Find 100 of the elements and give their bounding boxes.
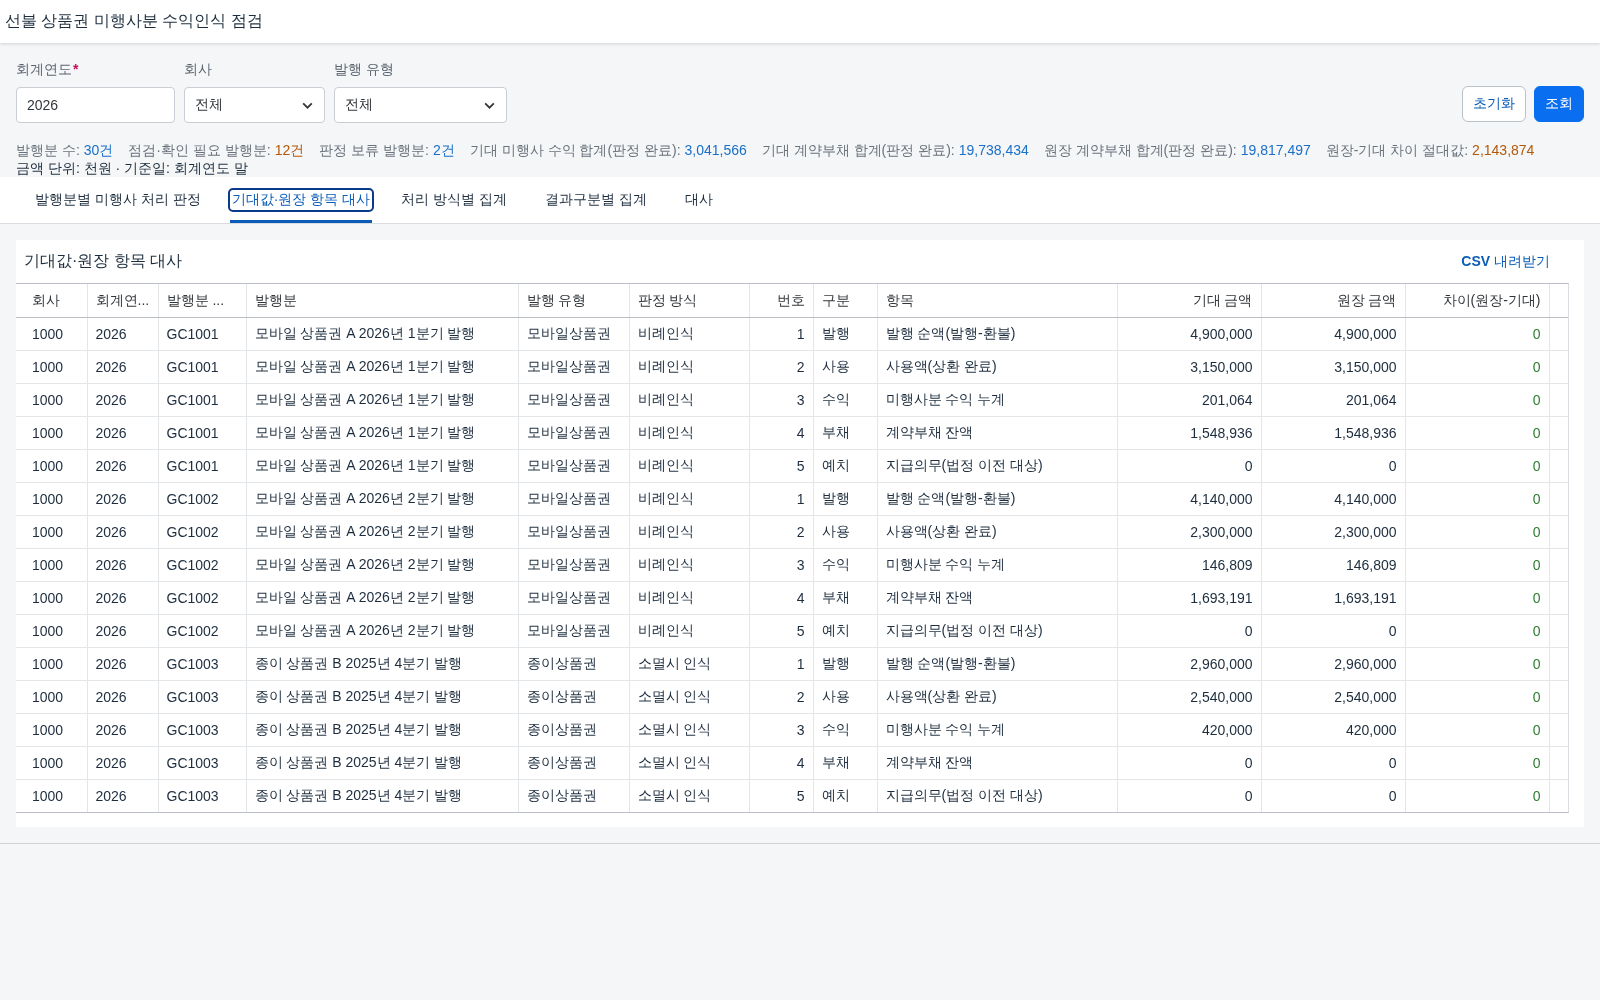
table-cell: 4,900,000 [1117,317,1261,351]
table-row[interactable]: 1000 2026 GC1002 모바일 상품권 A 2026년 2분기 발행 모바일상품권 비례인식 1 발행 발행 순액(발행-환불) 4,140,000 4,140,000 0 [16,482,1568,516]
column-header[interactable]: 원장 금액 [1261,284,1405,318]
table-cell: 2,540,000 [1117,680,1261,714]
table-cell: 1 [749,482,813,516]
column-header[interactable]: 회계연... [87,284,158,318]
select-field[interactable]: 전체 [184,87,325,123]
table-cell: 4,900,000 [1261,317,1405,351]
reset-button[interactable]: 초기화 [1462,86,1526,122]
table-row[interactable]: 1000 2026 GC1002 모바일 상품권 A 2026년 2분기 발행 모바일상품권 비례인식 4 부채 계약부채 잔액 1,693,191 1,693,191 0 [16,581,1568,615]
table-cell: 계약부채 잔액 [877,416,1117,450]
table-cell: 모바일상품권 [518,515,629,549]
table-row[interactable]: 1000 2026 GC1002 모바일 상품권 A 2026년 2분기 발행 모바일상품권 비례인식 3 수익 미행사분 수익 누계 146,809 146,809 0 [16,548,1568,582]
table-cell: 0 [1405,416,1549,450]
table-cell: 사용액(상환 완료) [877,680,1117,714]
table-cell: 모바일상품권 [518,317,629,351]
table-row[interactable]: 1000 2026 GC1002 모바일 상품권 A 2026년 2분기 발행 모바일상품권 비례인식 2 사용 사용액(상환 완료) 2,300,000 2,300,000 0 [16,515,1568,549]
table-cell: 지급의무(법정 이전 대상) [877,614,1117,648]
table-cell: 1 [749,317,813,351]
table-row[interactable]: 1000 2026 GC1001 모바일 상품권 A 2026년 1분기 발행 모바일상품권 비례인식 1 발행 발행 순액(발행-환불) 4,900,000 4,900,000 0 [16,317,1568,351]
column-header[interactable]: 발행분 ... [158,284,246,318]
table-cell: 2026 [87,713,158,747]
table-cell: 발행 순액(발행-환불) [877,482,1117,516]
column-header[interactable]: 기대 금액 [1117,284,1261,318]
table-cell: 146,809 [1261,548,1405,582]
table-cell: 모바일 상품권 A 2026년 1분기 발행 [246,317,518,351]
table-cell: 1,693,191 [1117,581,1261,615]
required-mark: * [73,61,79,77]
table-row[interactable]: 1000 2026 GC1001 모바일 상품권 A 2026년 1분기 발행 모바일상품권 비례인식 5 예치 지급의무(법정 이전 대상) 0 0 0 [16,449,1568,483]
table-row[interactable]: 1000 2026 GC1001 모바일 상품권 A 2026년 1분기 발행 모바일상품권 비례인식 2 사용 사용액(상환 완료) 3,150,000 3,150,000 0 [16,350,1568,384]
table-cell: 0 [1405,713,1549,747]
search-button[interactable]: 조회 [1534,86,1584,122]
input-field[interactable]: 2026 [16,87,175,123]
column-header[interactable]: 차이(원장-기대) [1405,284,1549,318]
column-header[interactable]: 회사 [16,284,87,318]
table-cell: 2 [749,680,813,714]
csv-download-link[interactable]: CSV 내려받기 [1461,252,1550,271]
column-header[interactable]: 발행 유형 [518,284,629,318]
table-cell: 종이상품권 [518,779,629,812]
table-cell: 0 [1117,614,1261,648]
table-cell: 0 [1117,449,1261,483]
table-cell: 모바일 상품권 A 2026년 2분기 발행 [246,548,518,582]
table-cell: 2,960,000 [1261,647,1405,681]
table-cell: 비례인식 [629,482,749,516]
column-header[interactable]: 판정 방식 [629,284,749,318]
table-cell: 모바일 상품권 A 2026년 2분기 발행 [246,614,518,648]
table-cell: GC1001 [158,350,246,384]
table-cell: 0 [1405,449,1549,483]
table-cell: 201,064 [1117,383,1261,417]
filter-label: 회계연도 [16,61,72,77]
table-cell: 1000 [16,449,87,483]
table-cell: 비례인식 [629,515,749,549]
table-cell: 4 [749,416,813,450]
table-cell: 420,000 [1261,713,1405,747]
table-cell: 2026 [87,449,158,483]
table-cell: 부채 [813,581,877,615]
tab[interactable]: 발행분별 미행사 처리 판정 [16,177,220,223]
table-cell: 종이상품권 [518,647,629,681]
table-cell: 비례인식 [629,449,749,483]
table-row[interactable]: 1000 2026 GC1003 종이 상품권 B 2025년 4분기 발행 종이상품권 소멸시 인식 3 수익 미행사분 수익 누계 420,000 420,000 0 [16,713,1568,747]
table-cell: 0 [1405,680,1549,714]
tab[interactable]: 처리 방식별 집계 [382,177,526,223]
summary-value: 30건 [83,142,114,158]
table-cell: GC1002 [158,515,246,549]
table-cell: 4,140,000 [1261,482,1405,516]
column-header[interactable]: 번호 [749,284,813,318]
table-cell: 2,540,000 [1261,680,1405,714]
table-cell: 소멸시 인식 [629,713,749,747]
table-cell: 1000 [16,482,87,516]
tab[interactable]: 결과구분별 집계 [525,177,666,223]
table-cell: 부채 [813,416,877,450]
tab[interactable]: 대사 [665,177,732,223]
table-cell: 부채 [813,746,877,780]
table-row[interactable]: 1000 2026 GC1003 종이 상품권 B 2025년 4분기 발행 종이상품권 소멸시 인식 5 예치 지급의무(법정 이전 대상) 0 0 0 [16,779,1568,812]
table-row[interactable]: 1000 2026 GC1003 종이 상품권 B 2025년 4분기 발행 종이상품권 소멸시 인식 4 부채 계약부채 잔액 0 0 0 [16,746,1568,780]
table-cell: 지급의무(법정 이전 대상) [877,449,1117,483]
table-cell: 4,140,000 [1117,482,1261,516]
select-field[interactable]: 전체 [334,87,507,123]
table-cell: 모바일상품권 [518,581,629,615]
table-cell: 발행 [813,647,877,681]
column-header[interactable]: 항목 [877,284,1117,318]
table-cell: 5 [749,614,813,648]
table-cell: 4 [749,746,813,780]
table-cell: 1,548,936 [1117,416,1261,450]
table-row[interactable]: 1000 2026 GC1002 모바일 상품권 A 2026년 2분기 발행 모바일상품권 비례인식 5 예치 지급의무(법정 이전 대상) 0 0 0 [16,614,1568,648]
table-row[interactable]: 1000 2026 GC1003 종이 상품권 B 2025년 4분기 발행 종이상품권 소멸시 인식 2 사용 사용액(상환 완료) 2,540,000 2,540,000 0 [16,680,1568,714]
table-cell: 3 [749,548,813,582]
table-cell: 모바일 상품권 A 2026년 2분기 발행 [246,581,518,615]
tab[interactable]: 기대값·원장 항목 대사 [229,177,373,223]
table-cell: 0 [1405,779,1549,812]
table-row[interactable]: 1000 2026 GC1003 종이 상품권 B 2025년 4분기 발행 종이상품권 소멸시 인식 1 발행 발행 순액(발행-환불) 2,960,000 2,960,000 0 [16,647,1568,681]
table-cell: 2026 [87,548,158,582]
column-header[interactable]: 발행분 [246,284,518,318]
table-cell: GC1003 [158,746,246,780]
table-cell: 2026 [87,515,158,549]
table-cell: GC1003 [158,713,246,747]
table-row[interactable]: 1000 2026 GC1001 모바일 상품권 A 2026년 1분기 발행 모바일상품권 비례인식 4 부채 계약부채 잔액 1,548,936 1,548,936 0 [16,416,1568,450]
column-header[interactable]: 구분 [813,284,877,318]
table-row[interactable]: 1000 2026 GC1001 모바일 상품권 A 2026년 1분기 발행 모바일상품권 비례인식 3 수익 미행사분 수익 누계 201,064 201,064 0 [16,383,1568,417]
table-cell: 1000 [16,416,87,450]
